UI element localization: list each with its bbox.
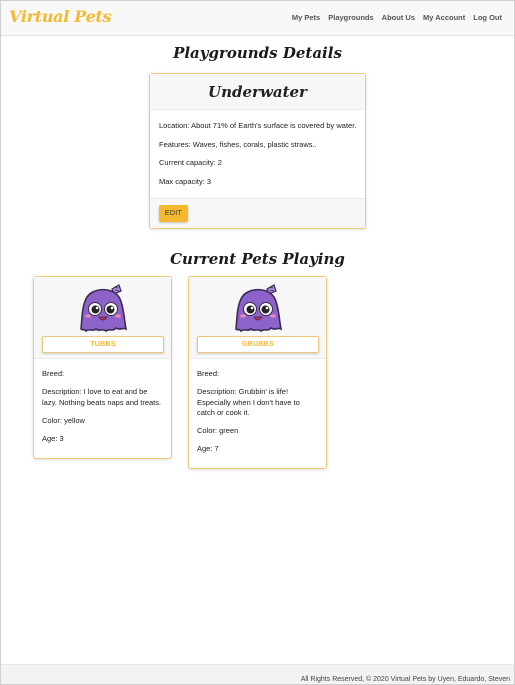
pet-age: Age: 3: [42, 433, 64, 443]
playground-location: Location: About 71% of Earth's surface i…: [159, 121, 357, 130]
playground-features: Features: Waves, fishes, corals, plastic…: [159, 139, 317, 149]
pet-age: Age: 7: [197, 444, 219, 453]
pet-avatar-icon: [80, 284, 128, 333]
pet-color: Color: yellow: [42, 415, 85, 425]
playground-card: Underwater Location: About 71% of Earth'…: [149, 73, 366, 229]
playground-card-footer: EDIT: [150, 198, 365, 228]
playground-details: Location: About 71% of Earth's surface i…: [150, 110, 365, 200]
pet-details: Breed: Description: I love to eat and be…: [34, 359, 171, 444]
brand-logo[interactable]: Virtual Pets: [9, 7, 112, 26]
playground-current-capacity: Current capacity: 2: [159, 158, 222, 167]
nav-link-my-pets[interactable]: My Pets: [292, 13, 320, 22]
pet-name-button[interactable]: TUBBS: [42, 336, 164, 353]
footer-copyright: All Rights Reserved, © 2020 Virtual Pets…: [300, 676, 510, 683]
pet-description: Description: Grubbin' is life! Especiall…: [197, 387, 300, 417]
pets-section-title: Current Pets Playing: [170, 250, 345, 268]
pet-description: Description: I love to eat and be lazy. …: [42, 387, 162, 407]
pet-card-header: TUBBS: [34, 277, 171, 359]
pet-name-button[interactable]: GRUBBS: [197, 336, 319, 353]
playground-max-capacity: Max capacity: 3: [159, 176, 212, 186]
nav-link-my-account[interactable]: My Account: [423, 13, 465, 22]
nav-links: My Pets Playgrounds About Us My Account …: [292, 13, 502, 22]
playground-name: Underwater: [150, 74, 365, 110]
navbar: Virtual Pets My Pets Playgrounds About U…: [1, 1, 514, 36]
footer: All Rights Reserved, © 2020 Virtual Pets…: [1, 664, 514, 684]
nav-link-playgrounds[interactable]: Playgrounds: [328, 13, 373, 22]
pet-color: Color: green: [197, 426, 239, 435]
pet-breed: Breed:: [197, 369, 220, 378]
pet-details: Breed: Description: Grubbin' is life! Es…: [189, 359, 326, 455]
pet-card: TUBBS Breed: Description: I love to eat …: [33, 276, 172, 459]
pet-card: GRUBBS Breed: Description: Grubbin' is l…: [188, 276, 327, 469]
pet-avatar-icon: [235, 284, 283, 333]
pet-breed: Breed:: [42, 369, 65, 378]
nav-link-about-us[interactable]: About Us: [382, 13, 415, 22]
pet-card-header: GRUBBS: [189, 277, 326, 359]
page-title: Playgrounds Details: [173, 44, 342, 62]
nav-link-log-out[interactable]: Log Out: [473, 13, 502, 22]
edit-button[interactable]: EDIT: [159, 205, 188, 222]
